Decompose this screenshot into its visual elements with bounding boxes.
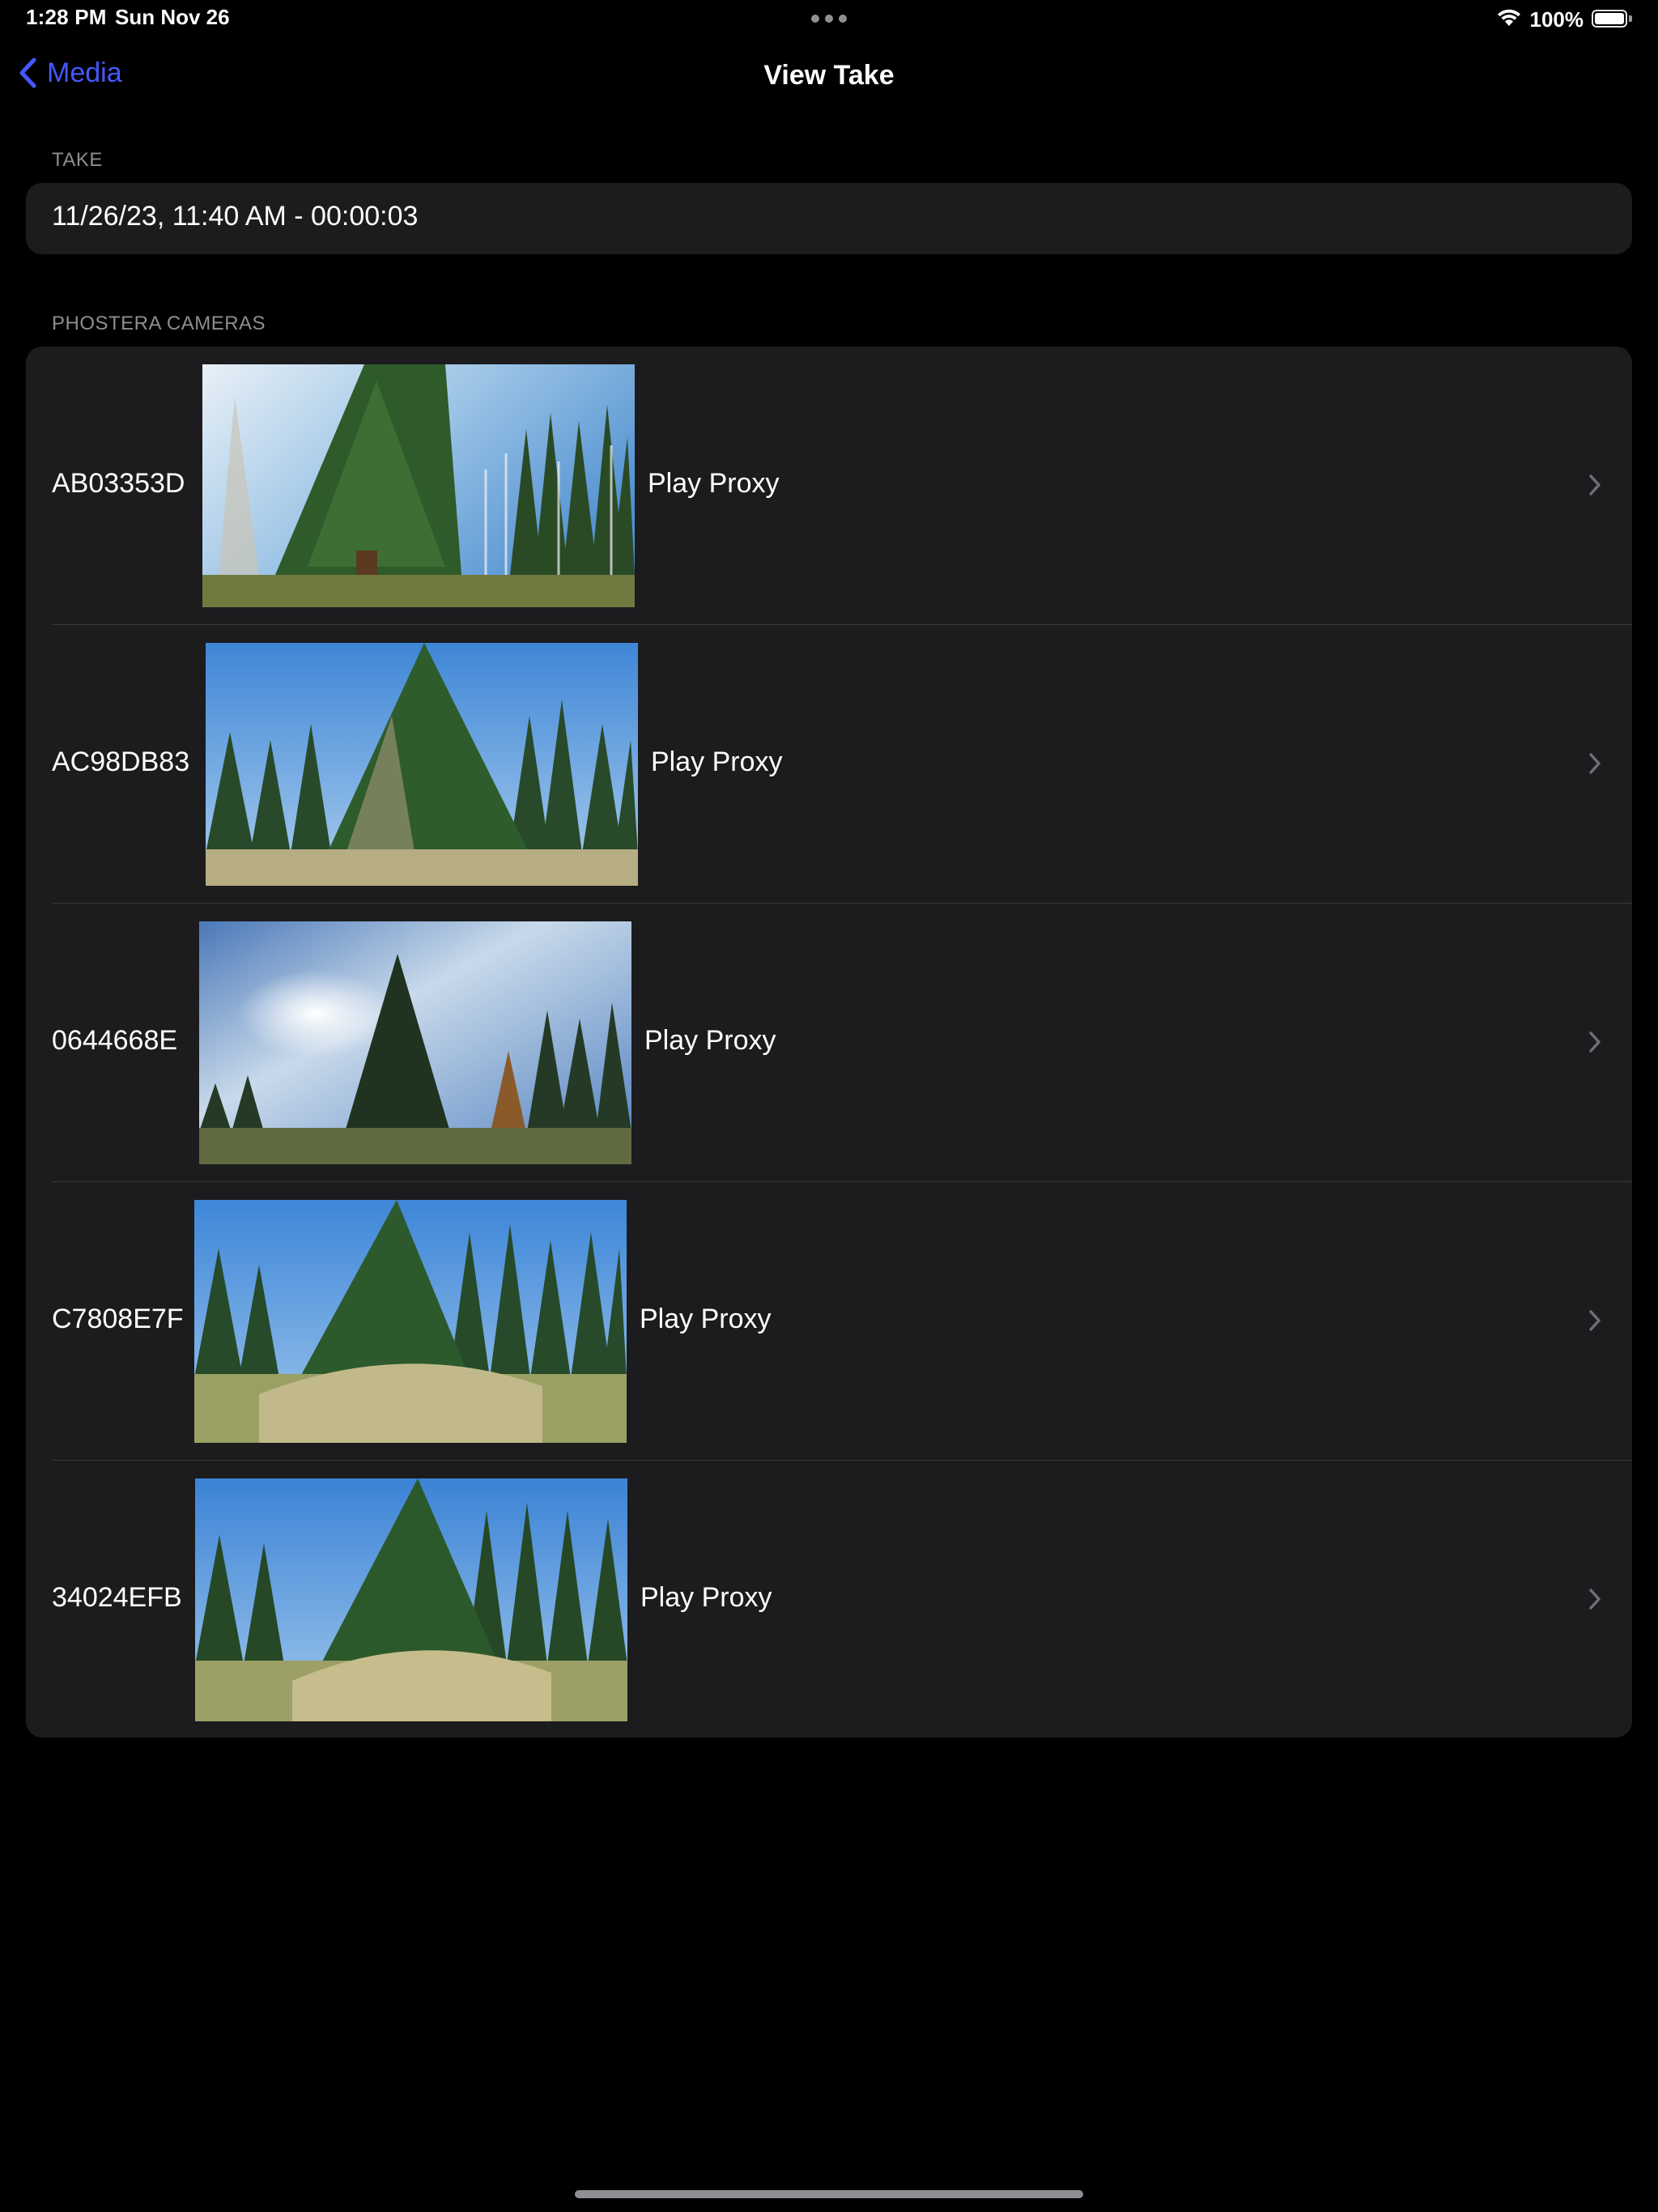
proxy-thumbnail [206,643,638,886]
camera-row[interactable]: AB03353D Play Proxy [26,347,1632,625]
play-proxy-label: Play Proxy [640,1304,772,1334]
page-title: View Take [763,60,895,91]
multitask-dots-icon[interactable] [811,15,847,23]
take-section-header: TAKE [52,149,103,171]
status-time: 1:28 PM [26,5,107,29]
chevron-right-icon [1588,1309,1601,1336]
camera-id: AC98DB83 [52,747,190,777]
play-proxy-label: Play Proxy [648,468,780,499]
take-value: 11/26/23, 11:40 AM - 00:00:03 [52,201,419,232]
chevron-right-icon [1588,1588,1601,1614]
battery-icon [1592,10,1634,29]
status-bar: 1:28 PM Sun Nov 26 100% [0,0,1658,39]
camera-row[interactable]: 0644668E Play Proxy [26,904,1632,1182]
battery-percent: 100% [1529,6,1584,32]
camera-id: AB03353D [52,468,185,499]
camera-id: C7808E7F [52,1304,184,1334]
play-proxy-label: Play Proxy [651,747,783,777]
status-indicators: 100% [1496,6,1635,32]
cameras-section-header: PHOSTERA CAMERAS [52,313,266,334]
play-proxy-label: Play Proxy [640,1582,772,1613]
take-card: 11/26/23, 11:40 AM - 00:00:03 [26,183,1632,254]
chevron-right-icon [1588,752,1601,779]
camera-row[interactable]: AC98DB83 Play Proxy [26,625,1632,904]
camera-id: 0644668E [52,1025,178,1056]
wifi-icon [1496,8,1522,32]
proxy-thumbnail [199,921,631,1164]
cameras-list: AB03353D Play Proxy AC98DB83 Play Proxy … [26,347,1632,1738]
camera-id: 34024EFB [52,1582,182,1613]
home-indicator[interactable] [575,2190,1083,2198]
play-proxy-label: Play Proxy [644,1025,776,1056]
proxy-thumbnail [195,1478,627,1721]
camera-row[interactable]: C7808E7F Play Proxy [26,1182,1632,1461]
proxy-thumbnail [194,1200,627,1443]
status-date: Sun Nov 26 [115,5,230,29]
chevron-right-icon [1588,1031,1601,1057]
proxy-thumbnail [202,364,635,607]
chevron-right-icon [1588,474,1601,500]
camera-row[interactable]: 34024EFB Play Proxy [26,1461,1632,1738]
